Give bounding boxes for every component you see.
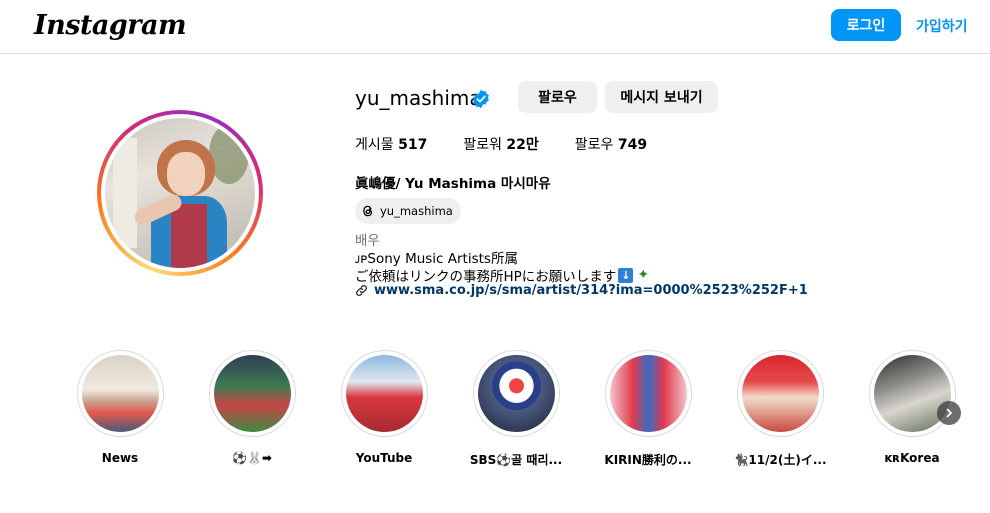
down-arrow-emoji-icon: ↓ (618, 267, 634, 283)
highlight-item[interactable]: KIRIN勝利の... (598, 350, 698, 468)
avatar-border (101, 114, 259, 272)
avatar-photo (105, 118, 255, 268)
top-bar: Instagram 로그인 가입하기 (0, 0, 990, 54)
profile-stats: 게시물 517 팔로워 22만 팔로우 749 (355, 134, 683, 154)
verified-badge-icon (473, 89, 489, 109)
message-button[interactable]: 메시지 보내기 (605, 81, 718, 113)
highlights-next-button[interactable] (937, 401, 961, 425)
link-icon (356, 285, 367, 296)
signup-link[interactable]: 가입하기 (916, 16, 968, 36)
bio-line-1: ᴊᴘSony Music Artists所属 (355, 251, 518, 267)
highlight-label: YouTube (355, 451, 413, 465)
highlight-label: KIRIN勝利の... (604, 453, 692, 467)
highlight-label: 🐈‍⬛11/2(土)イ... (733, 453, 827, 467)
stat-posts: 게시물 517 (355, 137, 428, 153)
follow-button[interactable]: 팔로우 (518, 81, 597, 113)
highlight-label: ⚽️🐰➡ (232, 451, 272, 465)
threads-icon (363, 205, 373, 217)
chevron-right-icon (946, 408, 952, 418)
highlight-thumbnail (213, 355, 291, 432)
highlight-thumbnail (477, 355, 555, 432)
highlight-item[interactable]: ⚽️🐰➡ (202, 350, 302, 465)
bio-line-2-text: ご依頼はリンクの事務所HPにお願いします (355, 269, 617, 285)
highlight-label: SBS⚽️골 때리... (469, 453, 563, 467)
instagram-logo[interactable]: Instagram (34, 10, 187, 41)
bio-line-2: ご依頼はリンクの事務所HPにお願いします ↓ ✦ (355, 265, 651, 285)
highlight-ring (868, 350, 956, 437)
highlight-item[interactable]: News (70, 350, 170, 465)
stat-followers[interactable]: 팔로워 22만 (463, 134, 538, 154)
highlight-item[interactable]: 🐈‍⬛11/2(土)イ... (730, 350, 830, 468)
profile-username: yu_mashima (355, 86, 482, 110)
profile-external-link[interactable]: www.sma.co.jp/s/sma/artist/314?ima=0000%… (355, 283, 808, 298)
story-highlights: News ⚽️🐰➡ YouTube SBS⚽️골 때리... KIRIN勝利の.… (0, 350, 990, 480)
highlight-label: News (101, 451, 139, 465)
threads-handle: yu_mashima (380, 204, 453, 218)
highlight-item[interactable]: YouTube (334, 350, 434, 465)
sparkle-emoji-icon: ✦ (637, 267, 650, 283)
highlight-item[interactable]: SBS⚽️골 때리... (466, 350, 566, 468)
highlight-ring (340, 350, 428, 437)
highlight-thumbnail (741, 355, 819, 432)
highlight-ring (208, 350, 296, 437)
stat-following[interactable]: 팔로우 749 (575, 134, 647, 154)
highlight-ring (472, 350, 560, 437)
profile-category: 배우 (355, 233, 380, 249)
profile-avatar[interactable] (97, 110, 263, 276)
highlight-thumbnail (609, 355, 687, 432)
highlight-thumbnail (81, 355, 159, 432)
login-button[interactable]: 로그인 (831, 9, 901, 41)
profile-full-name: 眞嶋優/ Yu Mashima 마시마유 (355, 176, 551, 192)
threads-badge[interactable]: yu_mashima (355, 198, 461, 224)
highlight-label: ᴋʀKorea (884, 451, 940, 465)
highlight-thumbnail (345, 355, 423, 432)
link-text: www.sma.co.jp/s/sma/artist/314?ima=0000%… (374, 283, 808, 298)
highlight-ring (604, 350, 692, 437)
highlight-ring (76, 350, 164, 437)
highlight-ring (736, 350, 824, 437)
